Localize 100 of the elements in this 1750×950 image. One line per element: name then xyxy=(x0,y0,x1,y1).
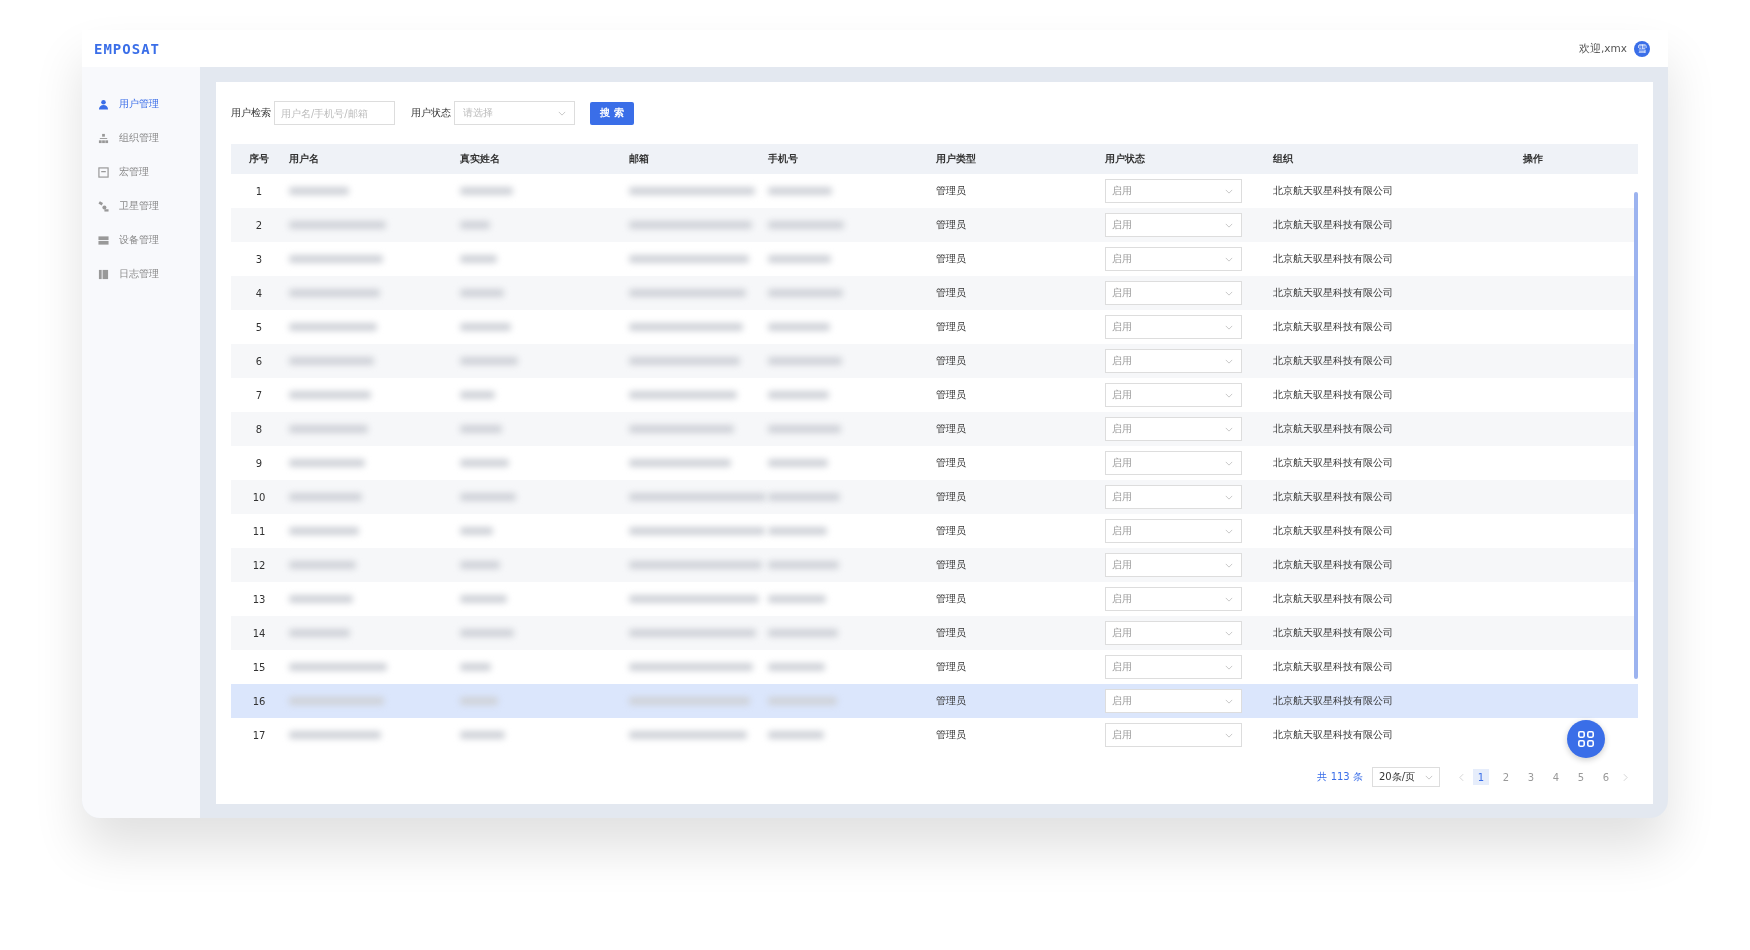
person-icon xyxy=(98,98,109,110)
status-dropdown[interactable]: 启用 xyxy=(1105,485,1242,509)
status-dropdown[interactable]: 启用 xyxy=(1105,281,1242,305)
search-button[interactable]: 搜 索 xyxy=(590,101,634,125)
status-dropdown[interactable]: 启用 xyxy=(1105,383,1242,407)
blurred-text xyxy=(768,255,831,263)
blurred-text xyxy=(768,323,830,331)
status-dropdown[interactable]: 启用 xyxy=(1105,553,1242,577)
column-header: 用户状态 xyxy=(1104,152,1146,166)
status-dropdown[interactable]: 启用 xyxy=(1105,315,1242,339)
blurred-text xyxy=(768,629,838,637)
status-dropdown[interactable]: 启用 xyxy=(1105,519,1242,543)
row-number: 11 xyxy=(251,525,267,537)
status-dropdown[interactable]: 启用 xyxy=(1105,179,1242,203)
blurred-text xyxy=(460,527,493,535)
page-number[interactable]: 3 xyxy=(1523,769,1539,785)
total-count: 共 113 条 xyxy=(1317,770,1363,784)
chevron-icon xyxy=(1225,290,1233,296)
blurred-text xyxy=(460,663,491,671)
blurred-text xyxy=(460,357,518,365)
column-header: 真实姓名 xyxy=(459,152,501,166)
blurred-text xyxy=(460,731,505,739)
blurred-text xyxy=(460,459,509,467)
row-number: 1 xyxy=(254,185,264,197)
sidebar-item[interactable]: 宏管理 xyxy=(82,155,200,189)
status-dropdown[interactable]: 请选择 xyxy=(454,101,575,125)
previous-page-icon[interactable] xyxy=(1459,772,1464,782)
chevron-icon xyxy=(1225,630,1233,636)
page-number[interactable]: 4 xyxy=(1548,769,1564,785)
row-number: 15 xyxy=(251,661,267,673)
status-dropdown[interactable]: 启用 xyxy=(1105,587,1242,611)
table-cell-text: 管理员 xyxy=(935,490,967,504)
table-cell-text: 管理员 xyxy=(935,524,967,538)
status-dropdown[interactable]: 启用 xyxy=(1105,247,1242,271)
blurred-text xyxy=(460,629,514,637)
chevron-icon xyxy=(1225,392,1233,398)
status-dropdown[interactable]: 启用 xyxy=(1105,621,1242,645)
table-cell-text: 北京航天驭星科技有限公司 xyxy=(1272,286,1394,300)
blurred-text xyxy=(460,391,495,399)
table-cell-text: 北京航天驭星科技有限公司 xyxy=(1272,728,1394,742)
chevron-icon xyxy=(1225,562,1233,568)
blurred-text xyxy=(289,629,350,637)
column-header: 用户类型 xyxy=(935,152,977,166)
table-cell-text: 北京航天驭星科技有限公司 xyxy=(1272,252,1394,266)
blurred-text xyxy=(768,391,829,399)
status-dropdown[interactable]: 启用 xyxy=(1105,689,1242,713)
greeting: 欢迎,xmx xyxy=(1579,41,1627,56)
row-number: 12 xyxy=(251,559,267,571)
table-cell-text: 管理员 xyxy=(935,456,967,470)
scrollbar[interactable] xyxy=(1634,192,1638,679)
sidebar-item[interactable]: 卫星管理 xyxy=(82,189,200,223)
status-dropdown[interactable]: 启用 xyxy=(1105,723,1242,747)
table-cell-text: 管理员 xyxy=(935,660,967,674)
status-dropdown[interactable]: 启用 xyxy=(1105,213,1242,237)
row-number: 7 xyxy=(254,389,264,401)
row-number: 17 xyxy=(251,729,267,741)
logo: EMPOSAT xyxy=(94,40,160,57)
blurred-text xyxy=(768,561,839,569)
chevron-icon xyxy=(1225,596,1233,602)
chevron-icon xyxy=(1425,774,1433,780)
table-cell-text: 北京航天驭星科技有限公司 xyxy=(1272,422,1394,436)
next-page-icon[interactable] xyxy=(1623,772,1628,782)
table-cell-text: 管理员 xyxy=(935,354,967,368)
server-icon xyxy=(98,234,109,246)
chevron-icon xyxy=(1225,426,1233,432)
chevron-icon xyxy=(1225,732,1233,738)
sidebar-item[interactable]: 设备管理 xyxy=(82,223,200,257)
table-cell-text: 北京航天驭星科技有限公司 xyxy=(1272,354,1394,368)
status-dropdown[interactable]: 启用 xyxy=(1105,417,1242,441)
table-cell-text: 北京航天驭星科技有限公司 xyxy=(1272,592,1394,606)
table-cell-text: 管理员 xyxy=(935,422,967,436)
status-dropdown[interactable]: 启用 xyxy=(1105,451,1242,475)
sidebar-item[interactable]: 日志管理 xyxy=(82,257,200,291)
sidebar-item[interactable]: 组织管理 xyxy=(82,121,200,155)
row-number: 10 xyxy=(251,491,267,503)
column-header: 邮箱 xyxy=(628,152,650,166)
table-cell-text: 北京航天驭星科技有限公司 xyxy=(1272,694,1394,708)
table-cell-text: 北京航天驭星科技有限公司 xyxy=(1272,184,1394,198)
avatar[interactable]: 雪 xyxy=(1634,40,1650,57)
page-number[interactable]: 1 xyxy=(1473,769,1489,785)
sidebar-item[interactable]: 用户管理 xyxy=(82,87,200,121)
row-number: 14 xyxy=(251,627,267,639)
blurred-text xyxy=(460,255,497,263)
page-number[interactable]: 5 xyxy=(1573,769,1589,785)
blurred-text xyxy=(768,527,827,535)
row-number: 4 xyxy=(254,287,264,299)
chevron-icon xyxy=(1225,494,1233,500)
page-number[interactable]: 6 xyxy=(1598,769,1614,785)
row-number: 3 xyxy=(254,253,264,265)
blurred-text xyxy=(768,697,837,705)
status-dropdown[interactable]: 启用 xyxy=(1105,349,1242,373)
page-size-dropdown[interactable]: 20条/页 xyxy=(1371,767,1440,787)
page-number[interactable]: 2 xyxy=(1498,769,1514,785)
chevron-icon xyxy=(1225,358,1233,364)
table-row[interactable]: 16 管理员 启用 北京航天驭星科技有限公司 xyxy=(231,684,1638,718)
blurred-text xyxy=(460,187,513,195)
blurred-text xyxy=(460,221,490,229)
table-cell-text: 北京航天驭星科技有限公司 xyxy=(1272,456,1394,470)
status-dropdown[interactable]: 启用 xyxy=(1105,655,1242,679)
blurred-text xyxy=(768,459,828,467)
